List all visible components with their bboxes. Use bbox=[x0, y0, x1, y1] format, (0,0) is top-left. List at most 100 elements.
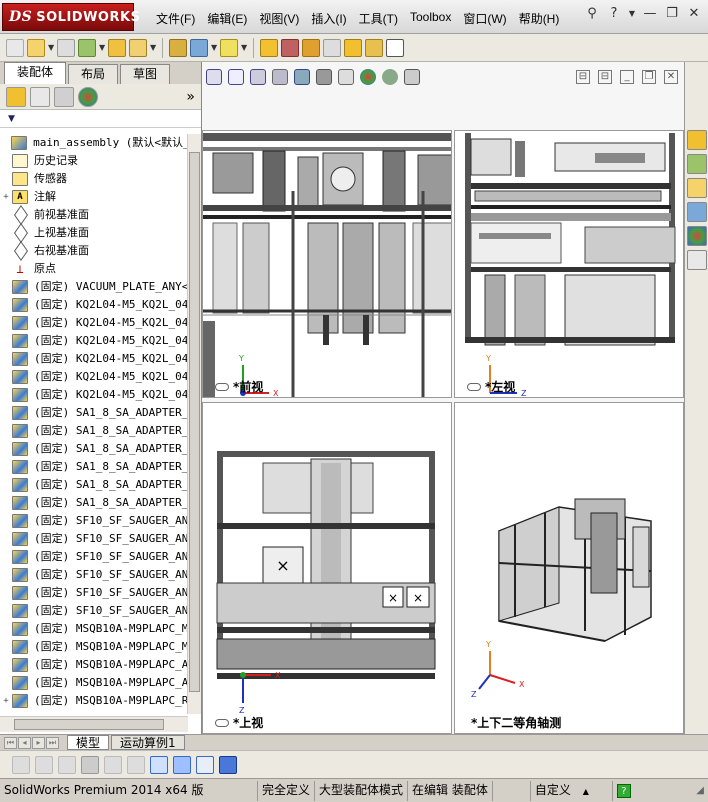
tree-row[interactable]: (固定) KQ2L04-M5_KQ2L_04 bbox=[0, 332, 188, 350]
view-orientation-icon[interactable] bbox=[294, 69, 310, 85]
menu-edit[interactable]: 编辑(E) bbox=[201, 8, 253, 29]
configuration-manager-icon[interactable] bbox=[54, 86, 74, 107]
tree-row[interactable]: + A 注解 bbox=[0, 188, 188, 206]
menu-help[interactable]: 帮助(H) bbox=[513, 8, 566, 29]
viewport-top[interactable]: × × × X Z *上视 bbox=[202, 402, 452, 734]
tab-sketch[interactable]: 草图 bbox=[120, 64, 171, 84]
menu-toolbox[interactable]: Toolbox bbox=[404, 8, 457, 29]
tab-layout[interactable]: 布局 bbox=[68, 64, 119, 84]
show-dropdown-icon[interactable]: ▼ bbox=[241, 43, 247, 52]
new-motion-study-icon[interactable] bbox=[302, 38, 320, 57]
grid-icon[interactable] bbox=[104, 755, 122, 774]
tree-row[interactable]: main_assembly (默认<默认_显 bbox=[0, 134, 188, 152]
tab-assembly[interactable]: 装配体 bbox=[4, 62, 67, 84]
tree-row[interactable]: (固定) SA1_8_SA_ADAPTER_ bbox=[0, 440, 188, 458]
feature-manager-icon[interactable] bbox=[6, 86, 26, 107]
tree-row[interactable]: (固定) KQ2L04-M5_KQ2L_04 bbox=[0, 296, 188, 314]
reference-geometry-icon[interactable] bbox=[281, 38, 299, 57]
status-help[interactable]: ? bbox=[613, 781, 635, 801]
units-arrow-icon[interactable]: ▲ bbox=[583, 787, 589, 796]
save-view-icon[interactable] bbox=[219, 755, 237, 774]
insert-component-icon[interactable] bbox=[108, 38, 126, 57]
exploded-view-icon[interactable] bbox=[344, 38, 362, 57]
zoom-to-fit-icon[interactable] bbox=[206, 69, 222, 85]
view-palette-icon[interactable] bbox=[687, 202, 707, 222]
status-units[interactable]: 自定义 ▲ bbox=[531, 780, 613, 801]
tree-expand-toggle[interactable]: + bbox=[0, 692, 12, 710]
scroll-thumb[interactable] bbox=[14, 719, 164, 730]
tree-row[interactable]: (固定) MSQB10A-M9PLAPC_M bbox=[0, 638, 188, 656]
section-view-icon[interactable] bbox=[272, 69, 288, 85]
display-manager-icon[interactable] bbox=[78, 86, 98, 107]
tree-row[interactable]: 历史记录 bbox=[0, 152, 188, 170]
tree-row[interactable]: (固定) KQ2L04-M5_KQ2L_04 bbox=[0, 368, 188, 386]
minimize-icon[interactable]: — bbox=[642, 6, 658, 22]
tree-vertical-scrollbar[interactable] bbox=[187, 134, 201, 714]
scroll-thumb[interactable] bbox=[189, 152, 200, 692]
viewport-minimize-icon[interactable]: _ bbox=[620, 70, 634, 84]
tree-filter[interactable]: ▼ bbox=[0, 110, 201, 128]
new-document-icon[interactable] bbox=[6, 38, 24, 57]
table-icon[interactable] bbox=[127, 755, 145, 774]
paperclip-icon[interactable] bbox=[57, 38, 75, 57]
tree-row[interactable]: (固定) SF10_SF_SAUGER_AN bbox=[0, 548, 188, 566]
menu-file[interactable]: 文件(F) bbox=[150, 8, 201, 29]
tree-row[interactable]: (固定) MSQB10A-M9PLAPC_A bbox=[0, 674, 188, 692]
apply-scene-icon[interactable] bbox=[382, 69, 398, 85]
custom-properties-icon[interactable] bbox=[687, 250, 707, 270]
list-icon[interactable] bbox=[81, 755, 99, 774]
tree-row[interactable]: 右视基准面 bbox=[0, 242, 188, 260]
smart-fasteners-icon[interactable] bbox=[169, 38, 187, 57]
tree-row[interactable]: (固定) SF10_SF_SAUGER_AN bbox=[0, 530, 188, 548]
filter-icon[interactable]: ▼ bbox=[8, 114, 15, 124]
move-component-icon[interactable] bbox=[190, 38, 208, 57]
help-box-icon[interactable]: ? bbox=[616, 783, 631, 798]
design-library-icon[interactable] bbox=[687, 154, 707, 174]
tree-row[interactable]: (固定) SF10_SF_SAUGER_AN bbox=[0, 602, 188, 620]
tree-row[interactable]: (固定) KQ2L04-M5_KQ2L_04 bbox=[0, 350, 188, 368]
tab-motion-study[interactable]: 运动算例1 bbox=[111, 735, 185, 750]
split-view-right-icon[interactable]: ⊟ bbox=[598, 70, 612, 84]
solidworks-resources-icon[interactable] bbox=[687, 130, 707, 150]
split-view-left-icon[interactable]: ⊟ bbox=[576, 70, 590, 84]
tree-row[interactable]: (固定) SA1_8_SA_ADAPTER_ bbox=[0, 422, 188, 440]
open-folder-icon[interactable] bbox=[27, 38, 45, 57]
last-tab-icon[interactable]: ⏭ bbox=[46, 736, 59, 749]
help-dropdown-icon[interactable]: ▼ bbox=[628, 6, 636, 22]
display-style-icon[interactable] bbox=[316, 69, 332, 85]
open-dropdown-icon[interactable]: ▼ bbox=[48, 43, 54, 52]
tree-row[interactable]: 前视基准面 bbox=[0, 206, 188, 224]
tree-row[interactable]: 上视基准面 bbox=[0, 224, 188, 242]
menu-tools[interactable]: 工具(T) bbox=[353, 8, 404, 29]
first-tab-icon[interactable]: ⏮ bbox=[4, 736, 17, 749]
tree-row[interactable]: (固定) SF10_SF_SAUGER_AN bbox=[0, 512, 188, 530]
next-tab-icon[interactable]: ▸ bbox=[32, 736, 45, 749]
explode-line-sketch-icon[interactable] bbox=[365, 38, 383, 57]
prev-tab-icon[interactable]: ◂ bbox=[18, 736, 31, 749]
hide-show-items-icon[interactable] bbox=[338, 69, 354, 85]
tree-row[interactable]: (固定) VACUUM_PLATE_ANY< bbox=[0, 278, 188, 296]
tree-row[interactable]: + (固定) MSQB10A-M9PLAPC_R bbox=[0, 692, 188, 710]
tree-row[interactable]: ⊥ 原点 bbox=[0, 260, 188, 278]
pin-icon[interactable]: ⚲ bbox=[584, 6, 600, 22]
previous-view-icon[interactable] bbox=[250, 69, 266, 85]
viewport-front[interactable]: Y X *前视 bbox=[202, 130, 452, 398]
tree-row[interactable]: (固定) SA1_8_SA_ADAPTER_ bbox=[0, 404, 188, 422]
tree-row[interactable]: 传感器 bbox=[0, 170, 188, 188]
tree-row[interactable]: (固定) SA1_8_SA_ADAPTER_ bbox=[0, 476, 188, 494]
viewport-close-icon[interactable]: ✕ bbox=[664, 70, 678, 84]
two-view-icon[interactable] bbox=[196, 755, 214, 774]
menu-insert[interactable]: 插入(I) bbox=[305, 8, 352, 29]
menu-view[interactable]: 视图(V) bbox=[253, 8, 305, 29]
rebuild-icon[interactable] bbox=[12, 755, 30, 774]
solidworks-logo[interactable]: DS SOLIDWORKS bbox=[2, 3, 140, 31]
tree-row[interactable]: (固定) KQ2L04-M5_KQ2L_04 bbox=[0, 386, 188, 404]
tab-model[interactable]: 模型 bbox=[67, 735, 110, 750]
resize-grip-icon[interactable]: ◢ bbox=[696, 785, 704, 796]
origin-axes-icon[interactable] bbox=[150, 755, 168, 774]
bill-of-materials-icon[interactable] bbox=[323, 38, 341, 57]
move-dropdown-icon[interactable]: ▼ bbox=[211, 43, 217, 52]
viewport-restore-icon[interactable]: ❐ bbox=[642, 70, 656, 84]
viewport-isometric[interactable]: Y X Z *上下二等角轴测 bbox=[454, 402, 684, 734]
instant3d-icon[interactable] bbox=[386, 38, 404, 57]
